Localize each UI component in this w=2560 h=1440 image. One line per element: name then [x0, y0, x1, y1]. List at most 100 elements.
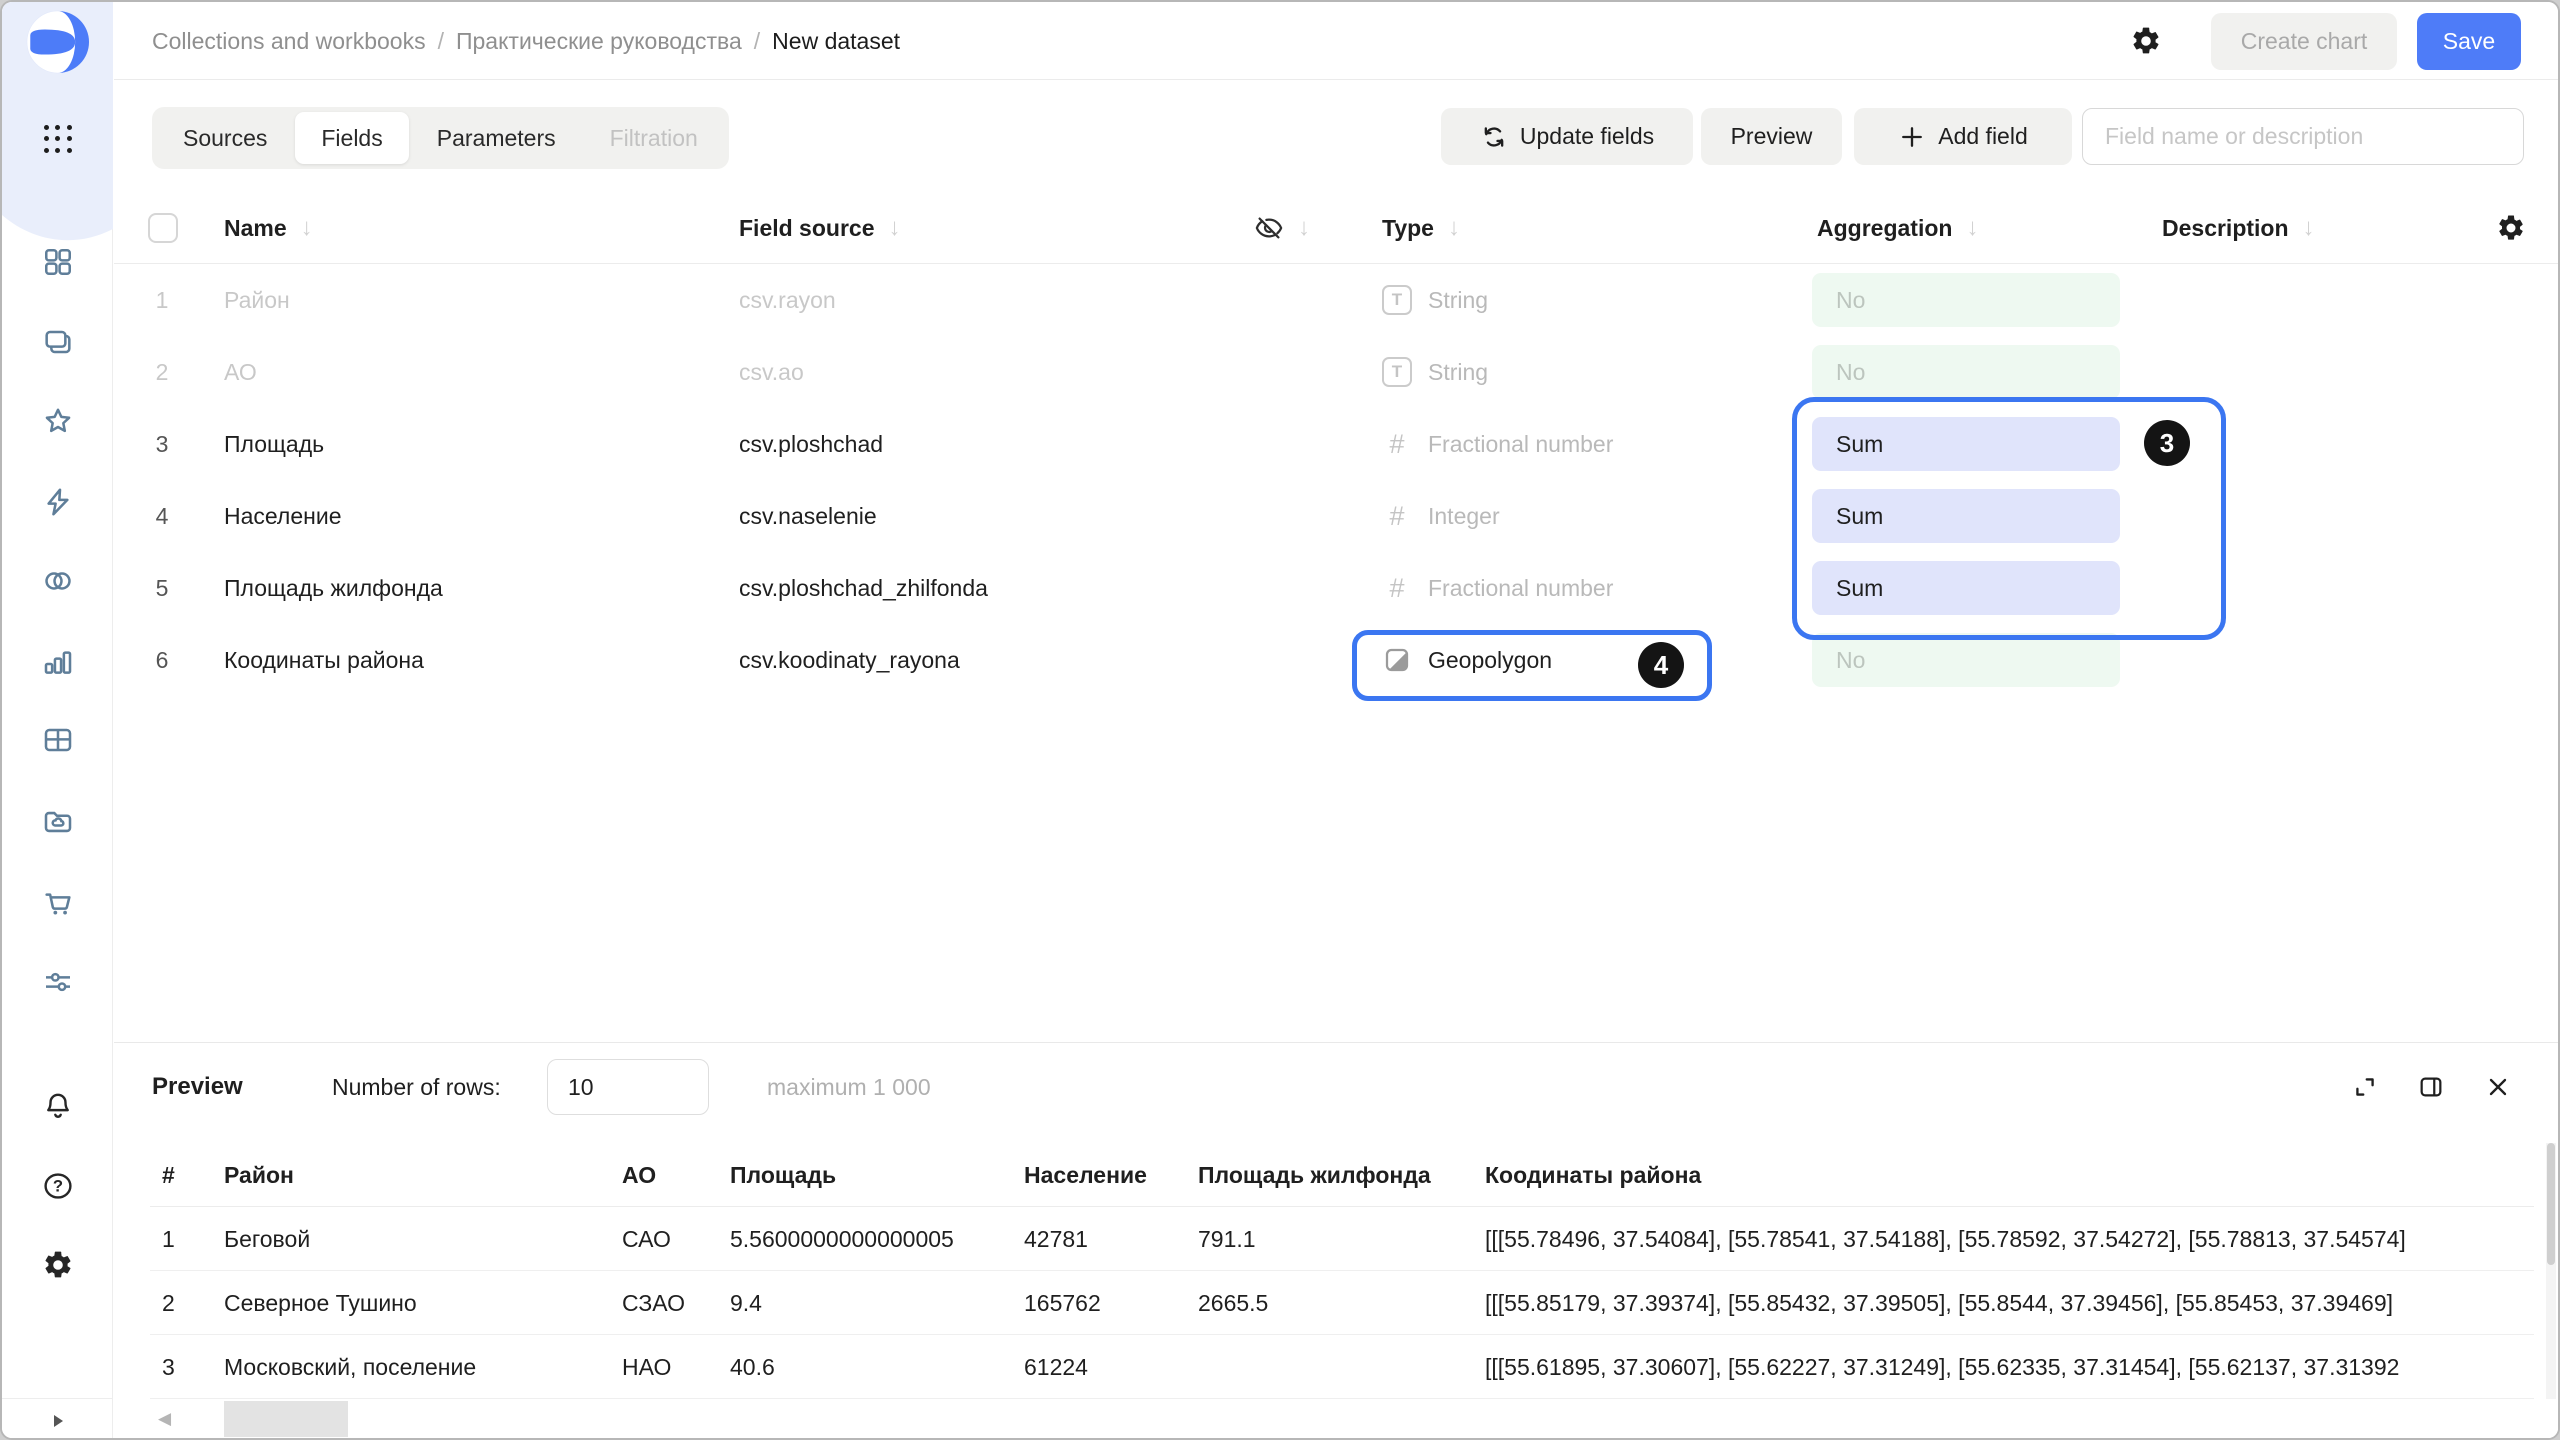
preview-cell: НАО: [622, 1335, 671, 1399]
tab-fields[interactable]: Fields: [295, 112, 408, 164]
breadcrumb-workbook[interactable]: Практические руководства: [456, 28, 742, 55]
field-source[interactable]: csv.naselenie: [739, 480, 877, 552]
preview-column-header: Население: [1024, 1143, 1147, 1207]
sort-icon[interactable]: ↓: [1448, 214, 1460, 242]
field-name[interactable]: АО: [224, 336, 257, 408]
aggregation-select[interactable]: No: [1812, 345, 2120, 399]
preview-cell: САО: [622, 1207, 671, 1271]
breadcrumb-collections[interactable]: Collections and workbooks: [152, 28, 426, 55]
preview-cell: 1: [162, 1207, 175, 1271]
column-header-field-source: Field source ↓: [739, 192, 900, 264]
field-name[interactable]: Площадь жилфонда: [224, 552, 443, 624]
create-chart-button[interactable]: Create chart: [2211, 13, 2397, 70]
horizontal-scroll-thumb[interactable]: [224, 1401, 348, 1437]
field-type-select[interactable]: # Integer: [1382, 480, 1500, 552]
preview-cell: [[[55.85179, 37.39374], [55.85432, 37.39…: [1485, 1271, 2393, 1335]
sort-icon[interactable]: ↓: [888, 214, 900, 242]
preview-cell: 5.5600000000000005: [730, 1207, 954, 1271]
preview-header-divider: [150, 1206, 2534, 1207]
close-preview-icon[interactable]: [2484, 1073, 2512, 1101]
field-row-number: 6: [144, 624, 180, 696]
datalens-logo[interactable]: [25, 9, 91, 71]
field-row-number: 1: [144, 264, 180, 336]
sidebar-item-favorites[interactable]: [40, 403, 76, 439]
field-row-number: 2: [144, 336, 180, 408]
sidebar: ?: [2, 2, 113, 1440]
table-settings-gear-icon[interactable]: [2496, 213, 2526, 243]
preview-cell: 61224: [1024, 1335, 1088, 1399]
fields-table: Name ↓ Field source ↓ ↓ Type ↓ Aggreg: [114, 192, 2560, 1042]
apps-grid-icon[interactable]: [44, 125, 72, 153]
field-name[interactable]: Площадь: [224, 408, 324, 480]
eye-off-icon[interactable]: [1254, 213, 1284, 243]
field-name[interactable]: Район: [224, 264, 290, 336]
sidebar-expand-icon[interactable]: [49, 1412, 67, 1430]
help-icon[interactable]: ?: [40, 1168, 76, 1204]
field-source[interactable]: csv.ao: [739, 336, 804, 408]
dataset-tabs: Sources Fields Parameters Filtration: [152, 107, 729, 169]
sort-icon[interactable]: ↓: [301, 214, 313, 242]
preview-button[interactable]: Preview: [1701, 108, 1842, 165]
aggregation-select[interactable]: No: [1812, 273, 2120, 327]
breadcrumb-current: New dataset: [772, 28, 900, 55]
column-label: Name: [224, 215, 287, 242]
number-type-icon: #: [1382, 501, 1412, 531]
sidebar-item-editor[interactable]: [40, 722, 76, 758]
expand-preview-icon[interactable]: [2351, 1073, 2379, 1101]
breadcrumb-separator: /: [438, 28, 444, 55]
preview-column-header: Район: [224, 1143, 294, 1207]
field-source[interactable]: csv.rayon: [739, 264, 836, 336]
field-type-select[interactable]: TString: [1382, 264, 1488, 336]
preview-cell: Северное Тушино: [224, 1271, 417, 1335]
sidebar-item-collections[interactable]: [40, 324, 76, 360]
field-source[interactable]: csv.ploshchad_zhilfonda: [739, 552, 988, 624]
sidebar-item-datasets[interactable]: [40, 563, 76, 599]
sidebar-item-services[interactable]: [40, 964, 76, 1000]
field-type-select[interactable]: #Fractional number: [1382, 552, 1613, 624]
sidebar-item-connections[interactable]: [40, 484, 76, 520]
field-name[interactable]: Население: [224, 480, 341, 552]
notifications-bell-icon[interactable]: [40, 1088, 76, 1124]
preview-row: 1БеговойСАО5.560000000000000542781791.1[…: [114, 1207, 2546, 1271]
field-search-input[interactable]: [2082, 108, 2524, 165]
field-type-label: Integer: [1428, 503, 1500, 530]
field-row-number: 4: [144, 480, 180, 552]
sidebar-item-storage[interactable]: [40, 804, 76, 840]
update-fields-button[interactable]: Update fields: [1441, 108, 1693, 165]
sidebar-item-charts[interactable]: [40, 644, 76, 680]
vertical-scroll-thumb[interactable]: [2547, 1143, 2555, 1265]
settings-gear-icon[interactable]: [40, 1247, 76, 1283]
preview-cell: [[[55.78496, 37.54084], [55.78541, 37.54…: [1485, 1207, 2406, 1271]
sidebar-item-marketplace[interactable]: [40, 884, 76, 920]
tab-filtration[interactable]: Filtration: [584, 112, 724, 164]
sort-icon[interactable]: ↓: [1966, 214, 1978, 242]
preview-cell: 9.4: [730, 1271, 762, 1335]
add-field-button[interactable]: Add field: [1854, 108, 2072, 165]
aggregation-select[interactable]: No: [1812, 633, 2120, 687]
datalens-dataset-editor: ? Collections and workbooks / Практическ…: [0, 0, 2560, 1440]
sidebar-item-dashboards[interactable]: [40, 244, 76, 280]
column-header-description: Description ↓: [2162, 192, 2315, 264]
save-button[interactable]: Save: [2417, 13, 2521, 70]
field-type-select[interactable]: #Fractional number: [1382, 408, 1613, 480]
tab-sources[interactable]: Sources: [157, 112, 293, 164]
side-panel-icon[interactable]: [2417, 1073, 2445, 1101]
scroll-left-arrow-icon[interactable]: ◀: [158, 1409, 171, 1429]
tab-parameters[interactable]: Parameters: [411, 112, 582, 164]
refresh-icon: [1480, 123, 1508, 151]
field-name[interactable]: Коодинаты района: [224, 624, 424, 696]
preview-column-header: #: [162, 1143, 175, 1207]
dataset-settings-gear-icon[interactable]: [2130, 25, 2162, 57]
field-type-label: Fractional number: [1428, 575, 1613, 602]
field-source[interactable]: csv.koodinaty_rayona: [739, 624, 960, 696]
column-header-aggregation: Aggregation ↓: [1817, 192, 1978, 264]
select-all-checkbox[interactable]: [148, 213, 178, 243]
sort-icon[interactable]: ↓: [1298, 214, 1310, 242]
add-field-label: Add field: [1938, 123, 2028, 150]
number-of-rows-input[interactable]: [547, 1059, 709, 1115]
breadcrumb: Collections and workbooks / Практические…: [152, 2, 900, 80]
field-source[interactable]: csv.ploshchad: [739, 408, 883, 480]
field-type-select[interactable]: TString: [1382, 336, 1488, 408]
preview-cell: СЗАО: [622, 1271, 685, 1335]
sort-icon[interactable]: ↓: [2303, 214, 2315, 242]
